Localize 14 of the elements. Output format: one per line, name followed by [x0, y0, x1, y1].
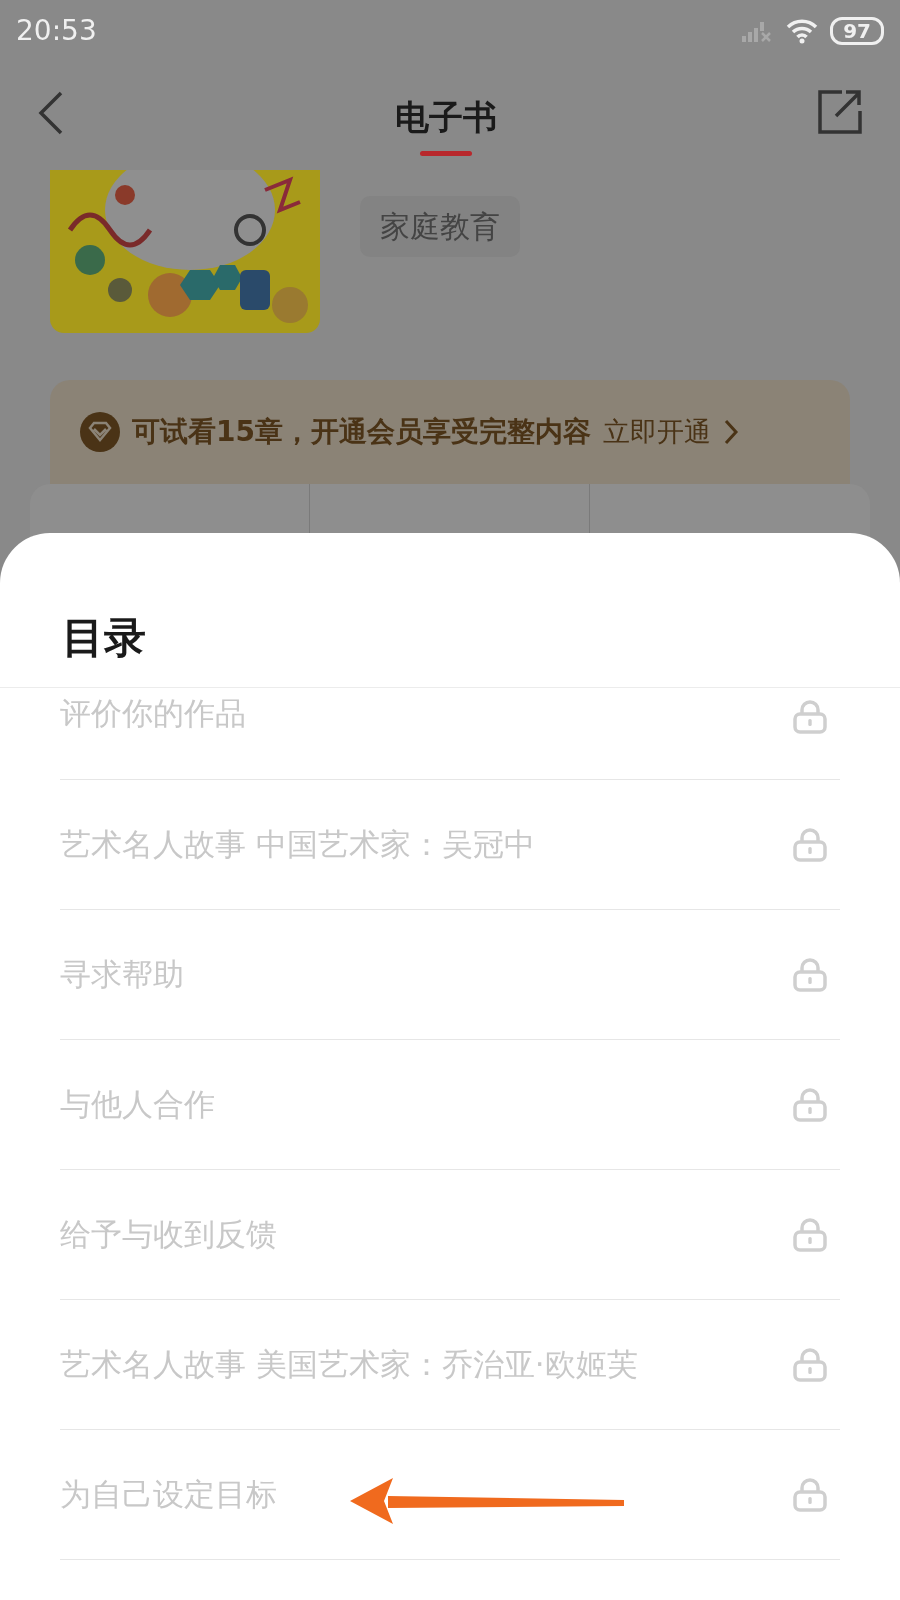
status-time: 20:53: [16, 13, 97, 49]
title-underline: [420, 151, 472, 156]
chevron-right-icon: [722, 418, 739, 446]
page-title: 电子书: [395, 96, 497, 139]
share-icon: [816, 89, 862, 135]
banner-text: 可试看15章，开通会员享受完整内容: [132, 414, 591, 450]
sheet-title: 目录: [62, 612, 146, 664]
wifi-icon: [786, 18, 819, 44]
share-button[interactable]: [816, 88, 864, 136]
open-link[interactable]: 立即开通: [602, 411, 711, 453]
membership-banner[interactable]: 可试看15章，开通会员享受完整内容 立即开通: [50, 380, 850, 484]
back-icon: [36, 90, 64, 136]
battery-level: 97: [830, 17, 884, 45]
category-tag: 家庭教育: [360, 196, 520, 257]
